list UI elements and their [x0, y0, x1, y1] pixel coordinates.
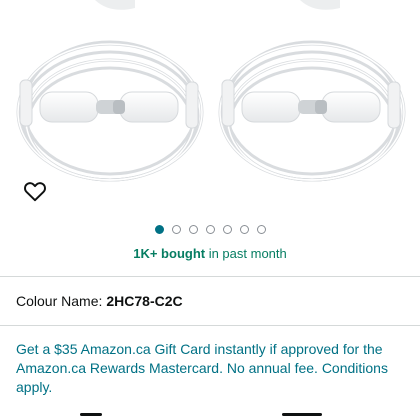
bought-in-past-month: 1K+ bought in past month — [0, 246, 420, 261]
bought-count: 1K+ bought — [133, 246, 206, 261]
next-section-peek — [0, 411, 420, 420]
carousel-dot[interactable] — [188, 225, 198, 234]
colour-value: 2HC78-C2C — [106, 293, 183, 309]
carousel-dot[interactable] — [205, 225, 215, 234]
carousel-dot[interactable] — [256, 225, 266, 234]
image-carousel-dots[interactable] — [0, 225, 420, 234]
carousel-dot[interactable] — [171, 225, 181, 234]
carousel-dot[interactable] — [222, 225, 232, 234]
carousel-dot[interactable] — [239, 225, 249, 234]
peek-text-fragment — [80, 413, 102, 416]
divider — [0, 325, 420, 326]
heart-outline-icon[interactable] — [22, 178, 48, 204]
bought-suffix: in past month — [205, 246, 287, 261]
product-image-gallery[interactable] — [0, 0, 420, 212]
colour-label: Colour Name: — [16, 293, 103, 309]
rewards-card-promo-link[interactable]: Get a $35 Amazon.ca Gift Card instantly … — [16, 340, 408, 397]
usb-c-cable-coils-image — [16, 0, 406, 182]
divider — [0, 276, 420, 277]
colour-variant: Colour Name: 2HC78-C2C — [16, 293, 183, 309]
peek-text-fragment — [282, 413, 322, 416]
carousel-dot[interactable] — [154, 225, 164, 234]
